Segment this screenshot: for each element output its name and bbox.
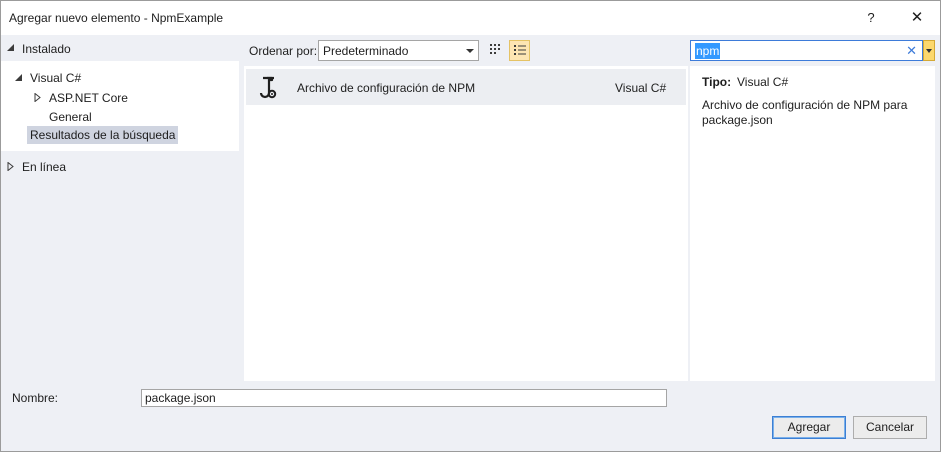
title-bar: Agregar nuevo elemento - NpmExample ? ✕ xyxy=(1,1,940,35)
name-field[interactable] xyxy=(141,389,667,407)
template-tree: Visual C# ASP.NET Core General Resultado… xyxy=(1,61,239,151)
tree-item-search-results[interactable]: Resultados de la búsqueda xyxy=(27,126,179,144)
tree-item-label: Visual C# xyxy=(30,71,82,85)
sort-dropdown[interactable]: Predeterminado xyxy=(318,40,479,61)
window-title: Agregar nuevo elemento - NpmExample xyxy=(9,11,224,25)
cancel-button[interactable]: Cancelar xyxy=(853,416,927,439)
tree-item-label: Resultados de la búsqueda xyxy=(30,128,176,142)
tree-item-label: ASP.NET Core xyxy=(49,91,128,105)
search-query: npm xyxy=(695,43,721,59)
search-options-button[interactable] xyxy=(923,40,935,61)
chevron-down-icon xyxy=(926,49,932,53)
item-language: Visual C# xyxy=(615,81,667,95)
results-list: Archivo de configuración de NPM Visual C… xyxy=(244,66,688,381)
online-label: En línea xyxy=(22,160,67,174)
installed-header[interactable]: Instalado xyxy=(1,35,239,61)
type-label: Tipo: xyxy=(702,75,732,89)
add-new-item-dialog: Agregar nuevo elemento - NpmExample ? ✕ … xyxy=(0,0,941,452)
item-description: Archivo de configuración de NPM para pac… xyxy=(702,98,908,127)
sort-label: Ordenar por: xyxy=(249,44,318,58)
tree-item-general[interactable]: General xyxy=(49,110,92,124)
help-button[interactable]: ? xyxy=(857,5,885,31)
grid-view-icon xyxy=(490,44,500,54)
collapse-arrow-icon xyxy=(7,44,14,51)
list-item[interactable]: Archivo de configuración de NPM Visual C… xyxy=(246,69,686,105)
collapsed-arrow-icon xyxy=(7,162,14,171)
detail-pane: Tipo: Visual C# Archivo de configuración… xyxy=(690,66,935,381)
chevron-down-icon xyxy=(466,49,474,53)
list-view-button[interactable] xyxy=(509,40,530,61)
name-label: Nombre: xyxy=(12,391,59,405)
item-name: Archivo de configuración de NPM xyxy=(297,81,476,95)
search-input[interactable]: npm ✕ xyxy=(690,40,923,61)
tree-item-label: General xyxy=(49,110,92,124)
sort-value: Predeterminado xyxy=(323,44,409,58)
close-button[interactable]: ✕ xyxy=(900,5,934,31)
npm-config-icon xyxy=(259,76,277,99)
expanded-arrow-icon xyxy=(15,74,22,81)
grid-view-button[interactable] xyxy=(485,40,506,61)
online-section: En línea xyxy=(1,151,239,381)
installed-label: Instalado xyxy=(22,42,71,56)
type-value: Visual C# xyxy=(737,75,789,89)
collapsed-arrow-icon xyxy=(34,93,41,102)
clear-search-icon[interactable]: ✕ xyxy=(906,43,917,59)
list-view-icon xyxy=(514,45,526,55)
add-button[interactable]: Agregar xyxy=(772,416,846,439)
